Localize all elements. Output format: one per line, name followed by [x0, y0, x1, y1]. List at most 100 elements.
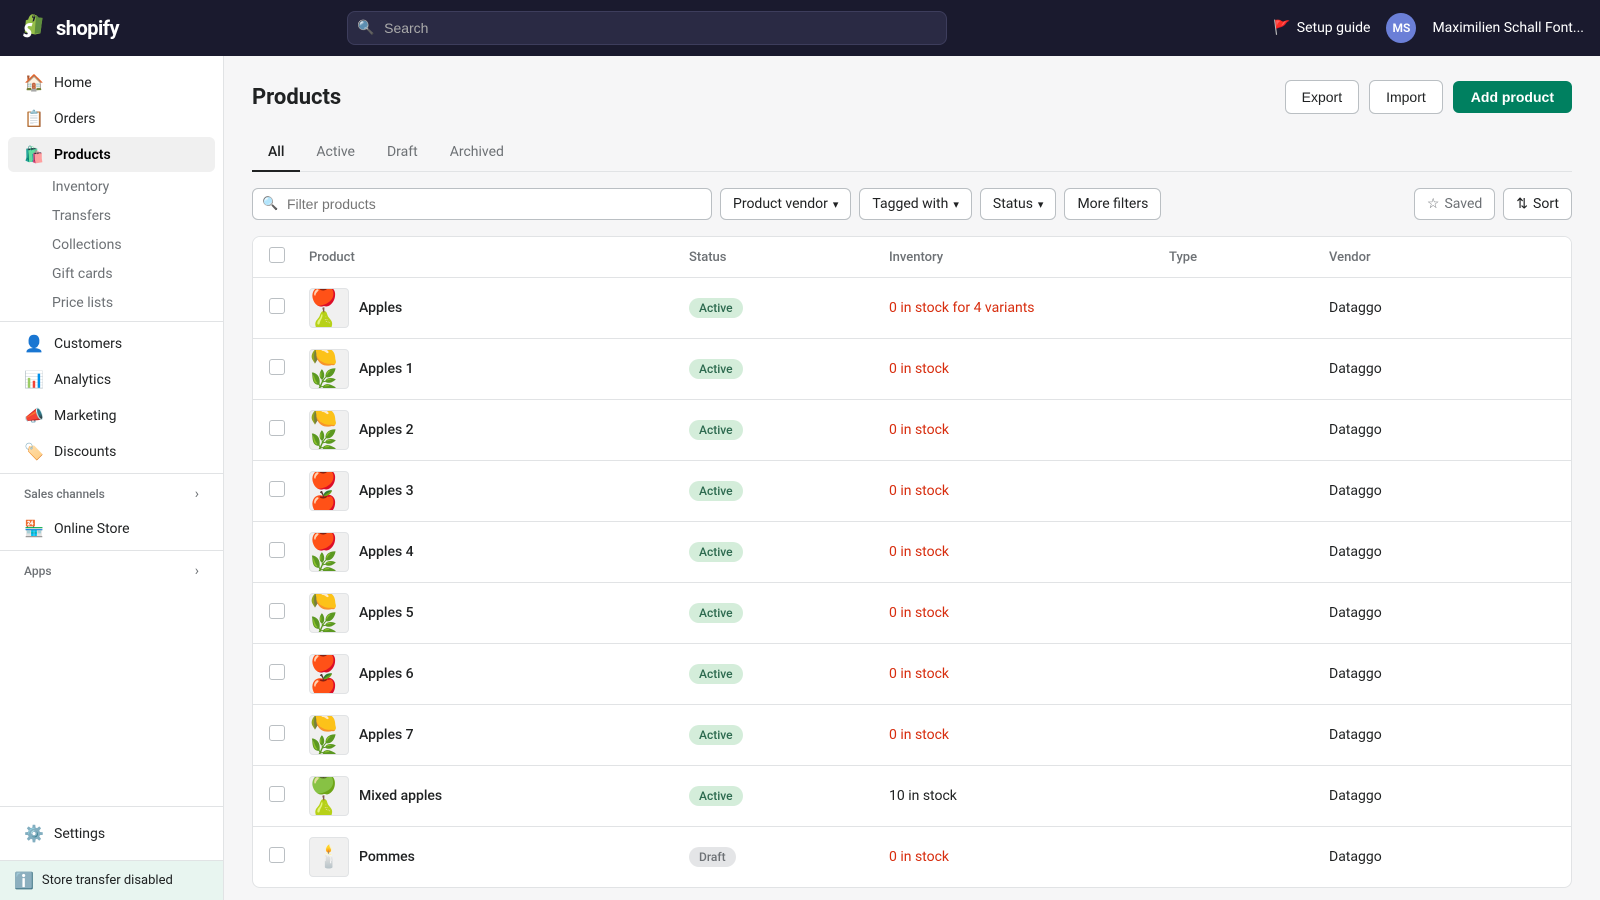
- status-chevron-icon: ▾: [1038, 198, 1044, 211]
- filters-row: 🔍 Product vendor ▾ Tagged with ▾ Status …: [252, 188, 1572, 220]
- row-checkbox[interactable]: [269, 786, 285, 802]
- tab-active[interactable]: Active: [300, 134, 371, 172]
- search-bar[interactable]: 🔍: [347, 11, 947, 45]
- row-checkbox-cell: [269, 420, 309, 440]
- filter-search-input[interactable]: [252, 188, 712, 220]
- sidebar-item-products[interactable]: 🛍️ Products: [8, 137, 215, 172]
- row-checkbox[interactable]: [269, 603, 285, 619]
- row-checkbox[interactable]: [269, 481, 285, 497]
- sales-channels-label: Sales channels: [24, 487, 105, 501]
- table-row[interactable]: 🍋🌿 Apples 1 Active 0 in stock Dataggo: [253, 339, 1571, 400]
- product-thumbnail: 🍋🌿: [309, 715, 349, 755]
- sidebar-item-marketing-label: Marketing: [54, 408, 117, 424]
- sidebar-item-home[interactable]: 🏠 Home: [8, 65, 215, 100]
- row-checkbox[interactable]: [269, 664, 285, 680]
- filter-search-icon: 🔍: [262, 197, 278, 212]
- row-checkbox[interactable]: [269, 725, 285, 741]
- row-checkbox[interactable]: [269, 298, 285, 314]
- row-checkbox[interactable]: [269, 359, 285, 375]
- table-row[interactable]: 🕯️ Pommes Draft 0 in stock Dataggo: [253, 827, 1571, 887]
- sidebar-item-apps[interactable]: Apps ›: [8, 555, 215, 587]
- sidebar-item-analytics[interactable]: 📊 Analytics: [8, 362, 215, 397]
- inventory-text: 10 in stock: [889, 788, 957, 804]
- vendor-text: Dataggo: [1329, 666, 1382, 682]
- sidebar-item-settings-label: Settings: [54, 826, 105, 842]
- status-label: Status: [993, 196, 1033, 212]
- sidebar-item-sales-channels[interactable]: Sales channels ›: [8, 478, 215, 510]
- vendor-cell: Dataggo: [1329, 727, 1509, 743]
- sidebar-item-price-lists[interactable]: Price lists: [8, 289, 215, 317]
- status-cell: Active: [689, 603, 889, 623]
- inventory-text: 0 in stock: [889, 727, 949, 743]
- status-filter[interactable]: Status ▾: [980, 188, 1057, 220]
- inventory-cell: 0 in stock for 4 variants: [889, 300, 1169, 316]
- row-checkbox[interactable]: [269, 847, 285, 863]
- select-all-checkbox[interactable]: [269, 247, 285, 263]
- sidebar-item-transfers[interactable]: Transfers: [8, 202, 215, 230]
- sidebar-item-orders[interactable]: 📋 Orders: [8, 101, 215, 136]
- header-actions: Export Import Add product: [1285, 80, 1572, 114]
- sort-button[interactable]: ⇅ Sort: [1503, 188, 1572, 220]
- marketing-icon: 📣: [24, 406, 44, 425]
- table-row[interactable]: 🍋🌿 Apples 5 Active 0 in stock Dataggo: [253, 583, 1571, 644]
- inventory-text: 0 in stock: [889, 605, 949, 621]
- page-title: Products: [252, 85, 341, 110]
- sidebar-item-inventory[interactable]: Inventory: [8, 173, 215, 201]
- search-input[interactable]: [347, 11, 947, 45]
- sidebar-item-collections[interactable]: Collections: [8, 231, 215, 259]
- status-badge: Active: [689, 420, 743, 440]
- product-name: Apples 7: [359, 727, 414, 743]
- table-row[interactable]: 🍏🍐 Mixed apples Active 10 in stock Datag…: [253, 766, 1571, 827]
- import-button[interactable]: Import: [1369, 80, 1443, 114]
- product-vendor-filter[interactable]: Product vendor ▾: [720, 188, 851, 220]
- inventory-text: 0 in stock: [889, 483, 949, 499]
- product-cell: 🍎🍎 Apples 6: [309, 654, 689, 694]
- product-cell: 🍋🌿 Apples 7: [309, 715, 689, 755]
- flag-icon: 🚩: [1273, 20, 1290, 36]
- product-column-header: Product: [309, 250, 689, 265]
- sidebar-item-gift-cards[interactable]: Gift cards: [8, 260, 215, 288]
- logo[interactable]: shopify: [16, 12, 176, 44]
- more-filters-button[interactable]: More filters: [1064, 188, 1161, 220]
- user-name: Maximilien Schall Font...: [1432, 20, 1584, 36]
- export-button[interactable]: Export: [1285, 80, 1359, 114]
- select-all-checkbox-cell: [269, 247, 309, 267]
- inventory-cell: 0 in stock: [889, 849, 1169, 865]
- status-badge: Active: [689, 481, 743, 501]
- tab-archived[interactable]: Archived: [434, 134, 520, 172]
- saved-button[interactable]: ☆ Saved: [1414, 188, 1495, 220]
- table-row[interactable]: 🍎🍎 Apples 6 Active 0 in stock Dataggo: [253, 644, 1571, 705]
- products-table: Product Status Inventory Type Vendor 🍎🍐 …: [252, 236, 1572, 888]
- table-row[interactable]: 🍋🌿 Apples 2 Active 0 in stock Dataggo: [253, 400, 1571, 461]
- row-checkbox[interactable]: [269, 420, 285, 436]
- status-badge: Active: [689, 603, 743, 623]
- sidebar-item-products-label: Products: [54, 147, 111, 163]
- sidebar-item-online-store[interactable]: 🏪 Online Store: [8, 511, 215, 546]
- avatar[interactable]: MS: [1386, 13, 1416, 43]
- sort-icon: ⇅: [1516, 196, 1528, 212]
- apps-chevron-icon: ›: [195, 563, 199, 579]
- sidebar-item-settings[interactable]: ⚙️ Settings: [8, 816, 215, 851]
- info-icon: ℹ️: [14, 871, 34, 890]
- sidebar-item-marketing[interactable]: 📣 Marketing: [8, 398, 215, 433]
- setup-guide-button[interactable]: 🚩 Setup guide: [1273, 20, 1370, 36]
- tab-all[interactable]: All: [252, 134, 300, 172]
- tagged-with-filter[interactable]: Tagged with ▾: [859, 188, 971, 220]
- product-name: Apples 3: [359, 483, 414, 499]
- product-cell: 🍎🌿 Apples 4: [309, 532, 689, 572]
- row-checkbox-cell: [269, 603, 309, 623]
- add-product-button[interactable]: Add product: [1453, 81, 1572, 113]
- row-checkbox[interactable]: [269, 542, 285, 558]
- products-icon: 🛍️: [24, 145, 44, 164]
- sidebar-item-discounts[interactable]: 🏷️ Discounts: [8, 434, 215, 469]
- inventory-text: 0 in stock: [889, 361, 949, 377]
- table-row[interactable]: 🍎🌿 Apples 4 Active 0 in stock Dataggo: [253, 522, 1571, 583]
- table-row[interactable]: 🍎🍐 Apples Active 0 in stock for 4 varian…: [253, 278, 1571, 339]
- store-transfer-banner: ℹ️ Store transfer disabled: [0, 860, 223, 900]
- tab-draft[interactable]: Draft: [371, 134, 434, 172]
- sidebar-item-customers[interactable]: 👤 Customers: [8, 326, 215, 361]
- sidebar-item-analytics-label: Analytics: [54, 372, 111, 388]
- filter-search[interactable]: 🔍: [252, 188, 712, 220]
- table-row[interactable]: 🍋🌿 Apples 7 Active 0 in stock Dataggo: [253, 705, 1571, 766]
- table-row[interactable]: 🍎🍎 Apples 3 Active 0 in stock Dataggo: [253, 461, 1571, 522]
